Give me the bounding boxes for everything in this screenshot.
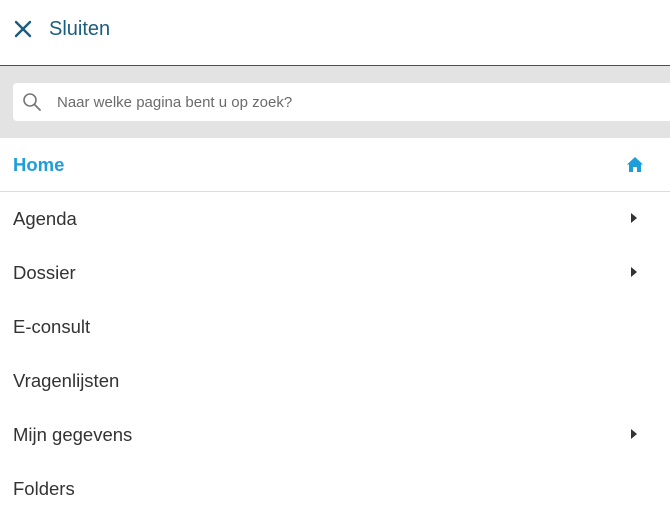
- navigation-menu: Home Agenda Dossier E-consult Vragenlijs…: [0, 138, 670, 516]
- caret-right-icon: [631, 213, 637, 223]
- menu-item-dossier[interactable]: Dossier: [0, 246, 670, 300]
- close-menu-button[interactable]: Sluiten: [0, 0, 670, 66]
- menu-item-label: E-consult: [13, 316, 91, 337]
- search-input[interactable]: [57, 83, 657, 121]
- menu-item-vragenlijsten[interactable]: Vragenlijsten: [0, 354, 670, 408]
- close-label: Sluiten: [49, 18, 111, 40]
- menu-item-agenda[interactable]: Agenda: [0, 192, 670, 246]
- menu-item-label: Agenda: [13, 208, 77, 229]
- search-box[interactable]: [13, 83, 670, 121]
- menu-item-label: Folders: [13, 478, 75, 499]
- menu-item-label: Dossier: [13, 262, 76, 283]
- home-icon: [627, 157, 643, 172]
- search-bar: [0, 66, 670, 138]
- menu-item-e-consult[interactable]: E-consult: [0, 300, 670, 354]
- caret-right-icon: [631, 429, 637, 439]
- menu-item-home[interactable]: Home: [0, 138, 670, 192]
- menu-item-label: Vragenlijsten: [13, 370, 120, 391]
- caret-right-icon: [631, 267, 637, 277]
- menu-item-mijn-gegevens[interactable]: Mijn gegevens: [0, 408, 670, 462]
- search-icon: [23, 93, 41, 111]
- close-icon: [14, 20, 32, 38]
- menu-item-folders[interactable]: Folders: [0, 462, 670, 516]
- menu-item-label: Home: [13, 154, 65, 175]
- menu-item-label: Mijn gegevens: [13, 424, 133, 445]
